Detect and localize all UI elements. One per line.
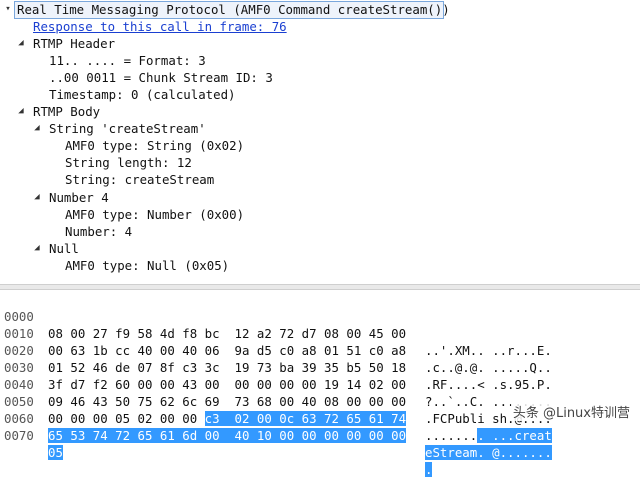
ascii-text: .c..@.@. .....Q.. (425, 359, 552, 376)
hex-row[interactable]: 0040 09 46 43 50 75 62 6c 69 73 68 00 40… (0, 359, 552, 426)
collapse-triangle-icon[interactable]: ◢ (32, 189, 42, 206)
ascii-plain: ..'.XM.. ..r...E. (425, 343, 552, 358)
hex-bytes-text: 01 52 46 de 07 8f c3 3c 19 73 ba 39 35 b… (48, 360, 407, 375)
hex-bytes-selected: c3 02 00 0c 63 72 65 61 74 (204, 411, 407, 426)
tree-item-null[interactable]: Null (49, 240, 79, 257)
hex-bytes: 00 63 1b cc 40 00 40 06 9a d5 c0 a8 01 5… (48, 342, 406, 359)
tree-item-chunk-stream-id[interactable]: ..00 0011 = Chunk Stream ID: 3 (49, 69, 273, 86)
tree-item-string-value[interactable]: String: createStream (65, 171, 214, 188)
hex-row[interactable]: 0050 00 00 00 05 02 00 00 c3 02 00 0c 63… (0, 376, 552, 443)
hex-bytes-selected: 05 (48, 445, 63, 460)
ascii-text: ..'.XM.. ..r...E. (425, 342, 552, 359)
collapse-triangle-icon[interactable]: ◢ (32, 120, 42, 137)
hex-bytes: 00 00 00 05 02 00 00 c3 02 00 0c 63 72 6… (48, 410, 407, 427)
ascii-text: .RF....< .s.95.P. (425, 376, 552, 393)
ascii-plain: .RF....< .s.95.P. (425, 377, 552, 392)
hex-bytes-text: 00 63 1b cc 40 00 40 06 9a d5 c0 a8 01 5… (48, 343, 407, 358)
tree-item-amf-type-string[interactable]: AMF0 type: String (0x02) (65, 137, 244, 154)
tree-item-label: Real Time Messaging Protocol (AMF0 Comma… (17, 2, 450, 17)
ascii-text: ........ ...creat (425, 427, 552, 444)
tree-item-amf-type-null[interactable]: AMF0 type: Null (0x05) (65, 257, 229, 274)
collapse-triangle-icon[interactable]: ◢ (32, 240, 42, 257)
collapse-triangle-icon[interactable]: ◢ (16, 103, 26, 120)
tree-item-number[interactable]: Number 4 (49, 189, 109, 206)
hex-bytes: 05 (48, 444, 63, 461)
ascii-selected: eStream. @....... (425, 445, 552, 460)
tree-item-number-value[interactable]: Number: 4 (65, 223, 132, 240)
ascii-selected: . ...creat (477, 428, 552, 443)
tree-item-rtmp-body[interactable]: RTMP Body (33, 103, 100, 120)
packet-details-pane: ▾ Real Time Messaging Protocol (AMF0 Com… (0, 0, 640, 284)
hex-bytes: 01 52 46 de 07 8f c3 3c 19 73 ba 39 35 b… (48, 359, 406, 376)
hex-bytes-text: 08 00 27 f9 58 4d f8 bc 12 a2 72 d7 08 0… (48, 326, 407, 341)
hex-bytes: 08 00 27 f9 58 4d f8 bc 12 a2 72 d7 08 0… (48, 325, 406, 342)
tree-item-amf-type-number[interactable]: AMF0 type: Number (0x00) (65, 206, 244, 223)
hex-row[interactable]: 0010 00 63 1b cc 40 00 40 06 9a d5 c0 a8… (0, 308, 552, 375)
tree-item-format[interactable]: 11.. .... = Format: 3 (49, 52, 206, 69)
hex-row[interactable]: 0070 05 . (0, 410, 433, 477)
ascii-selected: . (425, 462, 433, 477)
watermark: 头条 @Linux特训营 (510, 402, 632, 421)
tree-item-string[interactable]: String 'createStream' (49, 120, 206, 137)
hex-bytes: 3f d7 f2 60 00 00 43 00 00 00 00 00 19 1… (48, 376, 406, 393)
ascii-plain: .c..@.@. .....Q.. (425, 360, 552, 375)
hex-bytes-text: 09 46 43 50 75 62 6c 69 73 68 00 40 08 0… (48, 394, 407, 409)
collapse-triangle-icon[interactable]: ◢ (16, 35, 26, 52)
tree-item-rtmp-header[interactable]: RTMP Header (33, 35, 115, 52)
hex-row[interactable]: 0060 65 53 74 72 65 61 6d 00 40 10 00 00… (0, 393, 552, 460)
hex-row[interactable]: 0020 01 52 46 de 07 8f c3 3c 19 73 ba 39… (0, 325, 552, 392)
tree-item-string-length[interactable]: String length: 12 (65, 154, 192, 171)
ascii-text: . (425, 461, 433, 478)
hex-bytes: 65 53 74 72 65 61 6d 00 40 10 00 00 00 0… (48, 427, 407, 444)
response-frame-link[interactable]: Response to this call in frame: 76 (33, 18, 287, 35)
hex-bytes-text: 3f d7 f2 60 00 00 43 00 00 00 00 00 19 1… (48, 377, 407, 392)
tree-item-rtmp-protocol[interactable]: Real Time Messaging Protocol (AMF0 Comma… (14, 1, 450, 19)
hex-row[interactable]: 0030 3f d7 f2 60 00 00 43 00 00 00 00 00… (0, 342, 552, 409)
hex-bytes: 09 46 43 50 75 62 6c 69 73 68 00 40 08 0… (48, 393, 406, 410)
collapse-triangle-icon[interactable]: ▾ (3, 1, 13, 18)
hex-bytes-selected: 65 53 74 72 65 61 6d 00 40 10 00 00 00 0… (48, 428, 407, 443)
tree-item-timestamp[interactable]: Timestamp: 0 (calculated) (49, 86, 236, 103)
hex-offset: 0070 (4, 428, 34, 443)
link-text[interactable]: Response to this call in frame: 76 (33, 19, 287, 34)
ascii-text: eStream. @....... (425, 444, 552, 461)
hex-row[interactable]: 0000 08 00 27 f9 58 4d f8 bc 12 a2 72 d7… (0, 291, 552, 358)
hex-bytes-text: 00 00 00 05 02 00 00 (48, 411, 205, 426)
ascii-plain: ....... (425, 428, 478, 443)
